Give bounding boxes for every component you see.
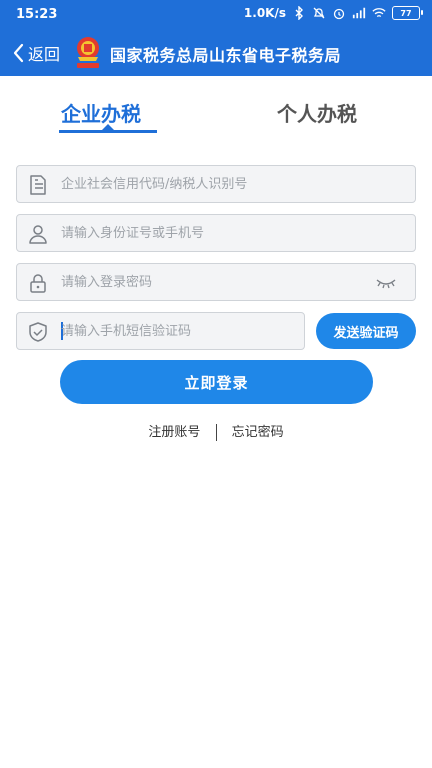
tab-caret-icon: [102, 124, 114, 130]
password-input[interactable]: [61, 264, 361, 300]
bluetooth-icon: [295, 6, 303, 20]
shield-check-icon: [29, 322, 47, 342]
sms-code-field[interactable]: [16, 312, 305, 350]
status-icons: 1.0K/s 77: [243, 6, 423, 20]
account-links: 注册账号 忘记密码: [0, 421, 432, 441]
status-bar: 15:23 1.0K/s 77: [0, 0, 432, 30]
register-link[interactable]: 注册账号: [148, 425, 200, 440]
wifi-icon: [372, 8, 386, 18]
login-type-tabs: 企业办税 个人办税: [0, 98, 432, 138]
alarm-icon: [333, 8, 345, 20]
id-phone-input[interactable]: [61, 215, 361, 251]
lock-icon: [30, 274, 46, 293]
sms-code-input[interactable]: [61, 313, 291, 349]
document-icon: [30, 175, 46, 195]
status-time: 15:23: [16, 7, 58, 22]
battery-icon: 77: [392, 6, 423, 20]
credit-code-input[interactable]: [61, 166, 361, 202]
tax-emblem-icon: [77, 37, 99, 68]
net-speed: 1.0K/s: [243, 6, 286, 20]
forgot-password-link[interactable]: 忘记密码: [232, 425, 284, 440]
tab-active-indicator: [59, 130, 157, 133]
send-code-button[interactable]: 发送验证码: [316, 313, 416, 349]
eye-closed-icon[interactable]: [375, 276, 397, 290]
back-button[interactable]: 返回: [12, 41, 60, 65]
back-label: 返回: [28, 45, 61, 64]
credit-code-field[interactable]: [16, 165, 416, 203]
login-button[interactable]: 立即登录: [60, 360, 373, 404]
tab-personal[interactable]: 个人办税: [277, 98, 357, 127]
id-phone-field[interactable]: [16, 214, 416, 252]
mute-bell-icon: [313, 7, 325, 19]
password-field[interactable]: [16, 263, 416, 301]
tab-company[interactable]: 企业办税: [61, 98, 141, 127]
signal-icon: [352, 7, 366, 19]
chevron-left-icon: [13, 43, 24, 63]
page-title: 国家税务总局山东省电子税务局: [110, 46, 342, 65]
nav-bar: 返回 国家税务总局山东省电子税务局: [0, 30, 432, 76]
user-icon: [29, 225, 47, 244]
link-divider: [215, 424, 217, 441]
